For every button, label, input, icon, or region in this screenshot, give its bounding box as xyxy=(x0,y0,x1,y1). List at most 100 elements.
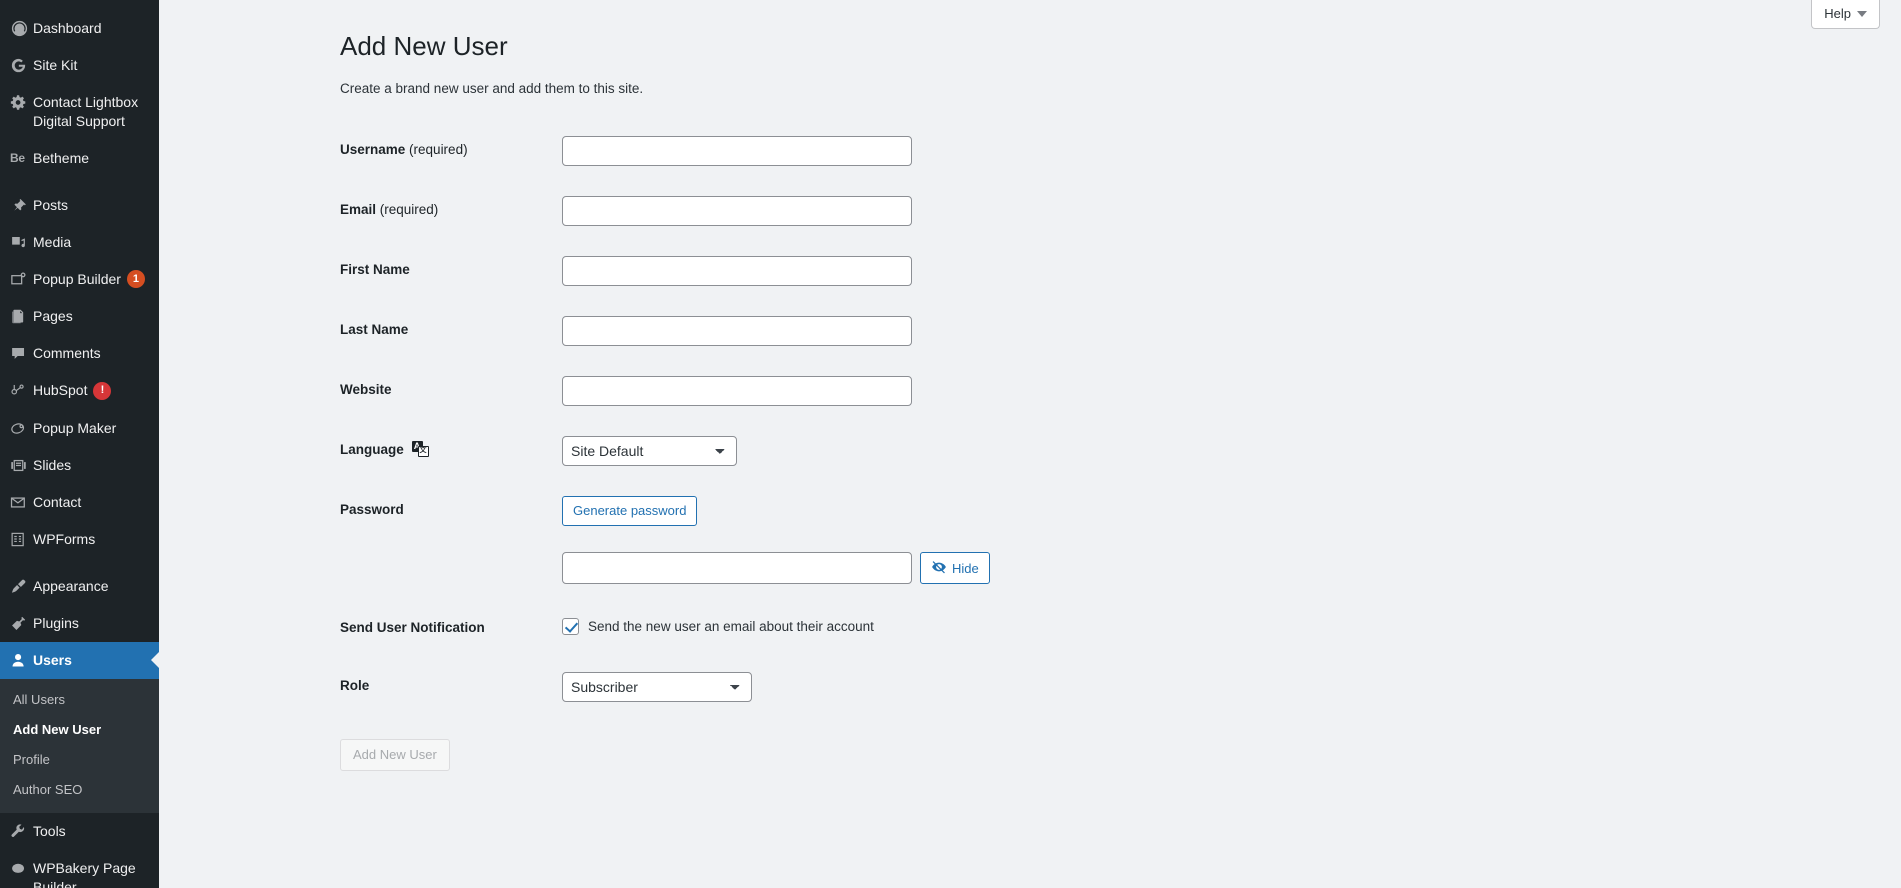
gear-icon xyxy=(10,93,33,112)
sidebar-item-label: Slides xyxy=(33,456,72,473)
help-tab-container: Help xyxy=(1811,0,1880,29)
sidebar-item-label: Dashboard xyxy=(33,20,102,36)
submenu-item-profile[interactable]: Profile xyxy=(0,745,159,775)
username-label: Username (required) xyxy=(340,121,562,181)
form-row-email: Email (required) xyxy=(340,181,1440,241)
users-submenu: All Users Add New User Profile Author SE… xyxy=(0,678,159,813)
sidebar-item-label: Contact Lightbox Digital Support xyxy=(33,94,139,129)
comment-icon xyxy=(10,344,33,363)
role-select[interactable]: Subscriber xyxy=(562,671,752,702)
first-name-input[interactable] xyxy=(562,256,912,287)
form-row-username: Username (required) xyxy=(340,121,1440,181)
hide-password-button[interactable]: Hide xyxy=(920,552,990,585)
add-new-user-submit-button[interactable]: Add New User xyxy=(340,738,450,771)
popup-maker-icon xyxy=(10,419,33,438)
admin-sidebar: Dashboard Site Kit Contact Lightbox Digi… xyxy=(0,0,159,888)
sidebar-item-label: Site Kit xyxy=(33,57,78,73)
wpforms-icon xyxy=(10,530,33,549)
last-name-input[interactable] xyxy=(562,316,912,347)
sidebar-item-label: Plugins xyxy=(33,614,79,631)
submenu-item-add-new-user[interactable]: Add New User xyxy=(0,715,159,745)
sidebar-item-wpbakery-page-builder[interactable]: WPBakery Page Builder xyxy=(0,850,159,888)
send-user-notification-label: Send User Notification xyxy=(340,620,485,636)
sidebar-item-posts[interactable]: Posts xyxy=(0,187,159,224)
website-label: Website xyxy=(340,382,392,398)
sidebar-item-plugins[interactable]: Plugins xyxy=(0,605,159,642)
sidebar-item-contact[interactable]: Contact xyxy=(0,484,159,521)
popup-builder-icon xyxy=(10,270,33,289)
sidebar-item-dashboard[interactable]: Dashboard xyxy=(0,10,159,47)
admin-main-content: Help Add New User Create a brand new use… xyxy=(159,0,1901,888)
sidebar-item-comments[interactable]: Comments xyxy=(0,335,159,372)
envelope-icon xyxy=(10,493,33,512)
sidebar-item-contact-lightbox-digital-support[interactable]: Contact Lightbox Digital Support xyxy=(0,84,159,140)
slides-icon xyxy=(10,456,33,475)
paintbrush-icon xyxy=(10,577,33,596)
sidebar-separator-1 xyxy=(0,177,159,187)
username-input[interactable] xyxy=(562,136,912,167)
sidebar-item-label: Betheme xyxy=(33,150,90,166)
sidebar-item-text: Popup Builder xyxy=(33,271,121,287)
sidebar-item-popup-maker[interactable]: Popup Maker xyxy=(0,410,159,447)
submenu-item-all-users[interactable]: All Users xyxy=(0,685,159,715)
form-row-website: Website xyxy=(340,361,1440,421)
current-menu-arrow xyxy=(151,652,159,669)
form-row-language: Language A 文 Site Default xyxy=(340,421,1440,481)
sidebar-item-label: WPBakery Page Builder xyxy=(33,859,136,888)
send-notification-checkbox[interactable] xyxy=(562,618,579,636)
sidebar-item-label: Contact xyxy=(33,493,82,510)
sidebar-item-wpforms[interactable]: WPForms xyxy=(0,521,159,558)
sidebar-item-site-kit[interactable]: Site Kit xyxy=(0,47,159,84)
form-row-send-user-notification: Send User Notification Send the new user… xyxy=(340,599,1440,657)
password-field-row: Hide xyxy=(562,552,1430,585)
email-label: Email (required) xyxy=(340,181,562,241)
email-label-text: Email xyxy=(340,202,377,218)
betheme-icon: Be xyxy=(10,151,25,165)
password-label: Password xyxy=(340,502,404,518)
hide-password-label: Hide xyxy=(952,560,979,576)
sidebar-item-popup-builder[interactable]: Popup Builder 1 xyxy=(0,261,159,298)
wordpress-admin-screen: Dashboard Site Kit Contact Lightbox Digi… xyxy=(0,0,1901,888)
sidebar-item-label: Popup Builder 1 xyxy=(33,270,159,289)
pages-icon xyxy=(10,307,33,326)
sidebar-item-appearance[interactable]: Appearance xyxy=(0,568,159,605)
sidebar-item-label: WPForms xyxy=(33,530,96,547)
form-row-role: Role Subscriber xyxy=(340,657,1440,717)
hubspot-icon xyxy=(10,381,33,400)
media-icon xyxy=(10,233,33,252)
generate-password-button[interactable]: Generate password xyxy=(562,496,698,527)
sidebar-item-hubspot[interactable]: HubSpot! xyxy=(0,372,159,409)
sidebar-item-label: Popup Maker xyxy=(33,419,117,436)
email-input[interactable] xyxy=(562,196,912,227)
password-input[interactable] xyxy=(562,552,912,585)
sidebar-item-betheme[interactable]: Be Betheme xyxy=(0,140,159,177)
sidebar-item-label: Media xyxy=(33,234,72,250)
username-required-suffix: (required) xyxy=(405,142,468,158)
add-new-user-form: Username (required) Email (required) Fir… xyxy=(340,121,1440,717)
sidebar-separator-2 xyxy=(0,558,159,568)
popup-builder-badge: 1 xyxy=(126,270,145,289)
username-label-text: Username xyxy=(340,142,406,158)
sidebar-item-pages[interactable]: Pages xyxy=(0,298,159,335)
sidebar-item-users[interactable]: Users xyxy=(0,641,159,679)
sidebar-item-label: Appearance xyxy=(33,577,109,594)
chevron-down-icon xyxy=(1857,10,1867,17)
page-content: Add New User Create a brand new user and… xyxy=(159,0,1901,771)
sidebar-item-media[interactable]: Media xyxy=(0,224,159,261)
sidebar-item-slides[interactable]: Slides xyxy=(0,447,159,484)
help-tab-label: Help xyxy=(1824,6,1851,21)
first-name-label: First Name xyxy=(340,262,410,278)
language-label-text: Language xyxy=(340,442,404,458)
sidebar-item-label: Posts xyxy=(33,197,69,213)
wpbakery-icon xyxy=(10,859,33,878)
plug-icon xyxy=(10,614,33,633)
page-title: Add New User xyxy=(340,31,508,61)
language-select[interactable]: Site Default xyxy=(562,436,737,467)
website-input[interactable] xyxy=(562,376,912,407)
pin-icon xyxy=(10,196,33,215)
wrench-icon xyxy=(10,822,33,841)
help-tab-button[interactable]: Help xyxy=(1811,0,1880,29)
sidebar-item-tools[interactable]: Tools xyxy=(0,813,159,850)
submenu-item-author-seo[interactable]: Author SEO xyxy=(0,775,159,805)
sidebar-item-label: Pages xyxy=(33,308,73,325)
